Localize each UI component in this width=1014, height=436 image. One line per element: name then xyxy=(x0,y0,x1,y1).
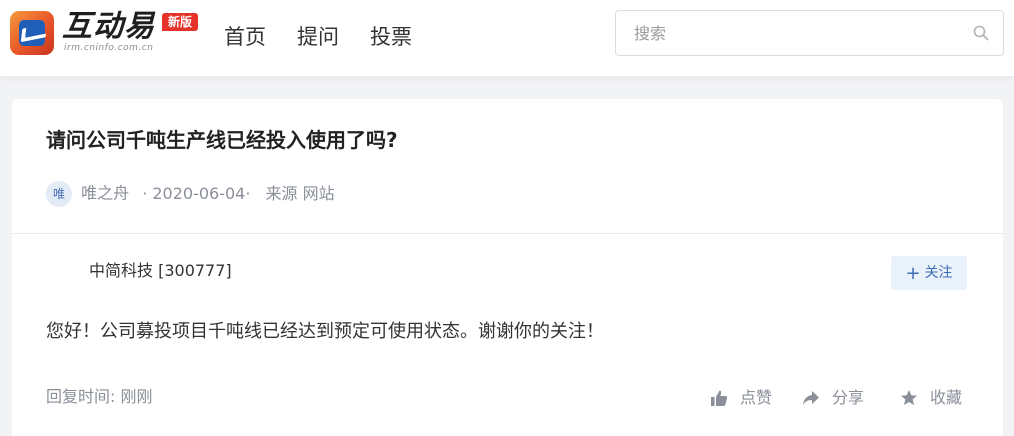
search-input[interactable] xyxy=(616,11,956,55)
reply-time-label: 回复时间: xyxy=(46,387,116,406)
search-box xyxy=(615,10,1004,56)
top-header: 互动易 irm.cninfo.com.cn 新版 首页 提问 投票 xyxy=(0,0,1014,76)
question-meta: 唯 唯之舟 · 2020-06-04· 来源 网站 xyxy=(46,179,335,207)
question-date: · 2020-06-04· xyxy=(142,183,251,203)
site-logo[interactable]: 互动易 irm.cninfo.com.cn 新版 xyxy=(10,9,210,59)
thumbs-up-icon xyxy=(711,390,728,406)
main-nav: 首页 提问 投票 xyxy=(224,22,443,52)
avatar[interactable]: 唯 xyxy=(46,180,72,207)
question-title[interactable]: 请问公司千吨生产线已经投入使用了吗? xyxy=(46,126,398,154)
plus-icon: + xyxy=(905,263,921,284)
nav-item-home[interactable]: 首页 xyxy=(224,22,266,52)
favorite-label: 收藏 xyxy=(930,388,963,407)
logo-domain: irm.cninfo.com.cn xyxy=(64,43,154,53)
reply-time-value: 刚刚 xyxy=(120,387,153,406)
answer-text: 您好！公司募投项目千吨线已经达到预定可使用状态。谢谢你的关注！ xyxy=(46,321,604,342)
search-icon[interactable] xyxy=(973,25,989,41)
like-label: 点赞 xyxy=(740,388,773,407)
follow-button[interactable]: + 关注 xyxy=(891,256,967,290)
author-name[interactable]: 唯之舟 xyxy=(81,184,129,203)
logo-name: 互动易 xyxy=(62,9,155,44)
question-card: 请问公司千吨生产线已经投入使用了吗? 唯 唯之舟 · 2020-06-04· 来… xyxy=(12,99,1003,436)
nav-item-vote[interactable]: 投票 xyxy=(370,22,412,52)
star-icon xyxy=(901,390,917,405)
reply-time: 回复时间: 刚刚 xyxy=(46,385,153,409)
share-icon xyxy=(803,391,819,405)
follow-label: 关注 xyxy=(924,265,953,281)
share-label: 分享 xyxy=(832,388,865,407)
question-source: 来源 网站 xyxy=(265,183,335,203)
company-name[interactable]: 中简科技 [300777] xyxy=(89,259,232,283)
logo-icon xyxy=(10,11,54,55)
new-version-badge: 新版 xyxy=(162,13,199,31)
divider xyxy=(12,233,1003,234)
nav-item-ask[interactable]: 提问 xyxy=(297,22,339,52)
